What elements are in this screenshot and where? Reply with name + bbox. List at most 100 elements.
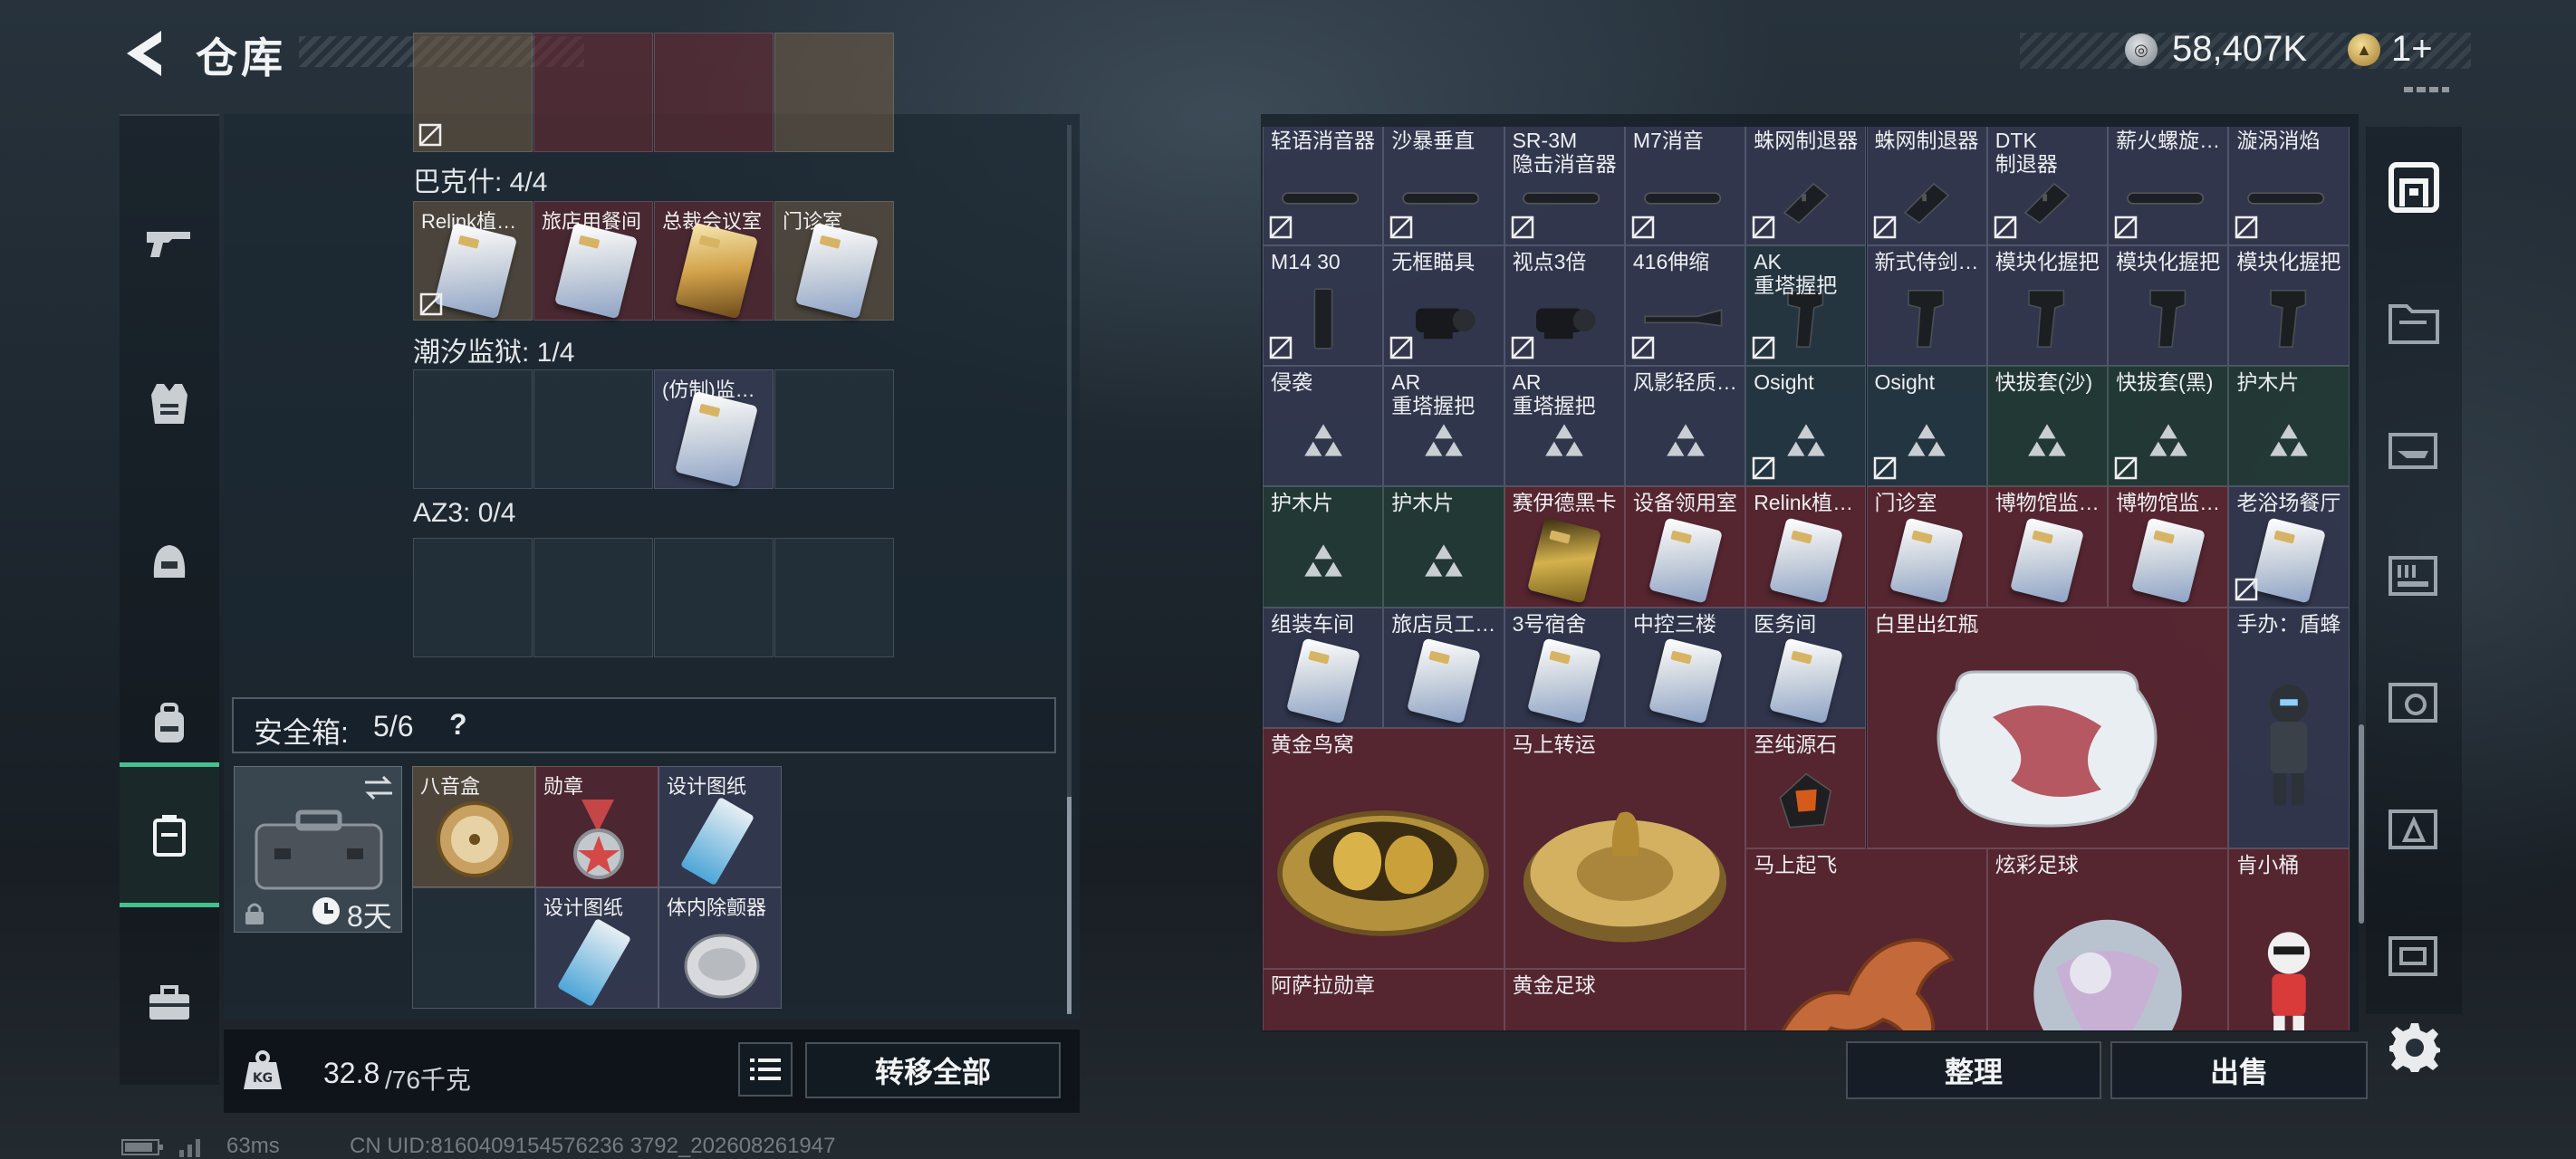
right-nav-tab[interactable] (2366, 389, 2462, 507)
storage-item[interactable]: 黄金足球 (1504, 969, 1746, 1030)
storage-item[interactable]: 炫彩足球 (1986, 848, 2229, 1030)
storage-item[interactable]: 侵袭 (1263, 365, 1384, 487)
storage-item[interactable]: 博物馆监… (1986, 486, 2109, 608)
nav-safe-box[interactable] (120, 762, 219, 907)
storage-item[interactable]: 旅店员工… (1383, 607, 1504, 728)
right-nav-tab[interactable] (2366, 770, 2462, 887)
stash-item[interactable]: 总裁会议室 (654, 201, 774, 321)
stash-item[interactable]: Relink植… (413, 201, 533, 321)
storage-item[interactable]: 白里出红瓶 (1866, 607, 2229, 849)
storage-item-label: 旅店员工… (1391, 611, 1496, 636)
storage-item[interactable]: 设备领用室 (1624, 486, 1746, 608)
storage-item-label: Osight (1754, 369, 1814, 394)
storage-item[interactable]: AR 重塔握把 (1383, 365, 1504, 487)
nav-helmet[interactable] (120, 491, 219, 636)
empty-slot[interactable] (533, 369, 653, 489)
empty-slot[interactable] (533, 538, 653, 657)
storage-item-label: 黄金鸟窝 (1271, 732, 1354, 756)
right-nav-tab[interactable] (2366, 896, 2462, 1014)
storage-item[interactable]: 快拔套(黑) (2108, 365, 2229, 487)
storage-item[interactable]: 薪火螺旋… (2108, 127, 2229, 245)
safe-item[interactable]: 体内除颤器 (658, 887, 782, 1009)
storage-item[interactable]: 肯小桶 (2228, 848, 2350, 1030)
storage-item[interactable]: 416伸缩 (1624, 244, 1746, 366)
sell-button[interactable]: 出售 (2110, 1041, 2368, 1099)
nav-toolkit[interactable] (120, 931, 219, 1076)
storage-item[interactable]: DTK 制退器 (1986, 127, 2109, 245)
storage-item-label: M7消音 (1632, 129, 1704, 153)
stash-item[interactable]: (仿制)监… (654, 369, 774, 489)
stash-item[interactable]: 门诊室 (774, 201, 894, 321)
stash-scrollbar[interactable] (1067, 797, 1072, 1014)
storage-item[interactable]: 视点3倍 (1504, 244, 1625, 366)
storage-item-label: 模块化握把 (2236, 249, 2341, 273)
storage-item[interactable]: 模块化握把 (1986, 244, 2109, 366)
storage-item[interactable]: 沙暴垂直 (1383, 127, 1504, 245)
storage-item[interactable]: 模块化握把 (2228, 244, 2350, 366)
empty-slot[interactable] (654, 538, 774, 657)
storage-item[interactable]: 护木片 (1383, 486, 1504, 608)
stash-item[interactable]: 旅店用餐间 (533, 201, 653, 321)
storage-item[interactable]: 手办：盾蜂 (2228, 607, 2350, 849)
storage-item[interactable]: 风影轻质… (1624, 365, 1746, 487)
storage-item[interactable]: Relink植… (1745, 486, 1867, 608)
storage-item[interactable]: 黄金鸟窝 (1263, 727, 1504, 970)
storage-item[interactable]: 中控三楼 (1624, 607, 1746, 728)
storage-item[interactable]: 快拔套(沙) (1986, 365, 2109, 487)
storage-item[interactable]: 马上转运 (1504, 727, 1746, 970)
storage-item[interactable]: 组装车间 (1263, 607, 1384, 728)
storage-item[interactable]: 老浴场餐厅 (2228, 486, 2350, 608)
storage-item[interactable]: 至纯源石 (1745, 727, 1867, 849)
nav-armor[interactable] (120, 331, 219, 476)
storage-item[interactable]: SR-3M 隐击消音器 (1504, 127, 1625, 245)
storage-item[interactable]: 护木片 (1263, 486, 1384, 608)
storage-item[interactable]: 模块化握把 (2108, 244, 2229, 366)
safe-item[interactable]: 勋章 (535, 766, 658, 887)
empty-slot[interactable] (774, 538, 894, 657)
list-view-button[interactable] (738, 1042, 793, 1097)
storage-item[interactable]: Osight (1745, 365, 1867, 487)
right-nav-storage[interactable] (2366, 129, 2462, 246)
empty-slot[interactable] (413, 369, 533, 489)
right-nav-tab[interactable] (2366, 516, 2462, 634)
storage-item[interactable]: 漩涡消焰 (2228, 127, 2350, 245)
storage-item[interactable]: 无框瞄具 (1383, 244, 1504, 366)
storage-item[interactable]: 蛛网制退器 (1866, 127, 1987, 245)
storage-item[interactable]: M7消音 (1624, 127, 1746, 245)
safe-item[interactable]: 设计图纸 (535, 887, 658, 1009)
storage-item[interactable]: 博物馆监… (2108, 486, 2229, 608)
empty-slot[interactable] (774, 369, 894, 489)
safe-item[interactable]: 八音盒 (412, 766, 535, 887)
storage-item[interactable]: 3号宿舍 (1504, 607, 1625, 728)
storage-scrollbar[interactable] (2359, 724, 2364, 924)
safe-item[interactable]: 设计图纸 (658, 766, 782, 887)
storage-item[interactable]: 赛伊德黑卡 (1504, 486, 1625, 608)
storage-item[interactable]: 蛛网制退器 (1745, 127, 1867, 245)
storage-item[interactable]: 马上起飞 (1745, 848, 1987, 1030)
right-nav-tab[interactable] (2366, 263, 2462, 380)
storage-item[interactable]: 轻语消音器 (1263, 127, 1384, 245)
sort-button[interactable]: 整理 (1846, 1041, 2101, 1099)
settings-gear-icon[interactable] (2389, 1021, 2440, 1072)
storage-item[interactable]: Osight (1866, 365, 1987, 487)
storage-item[interactable]: AR 重塔握把 (1504, 365, 1625, 487)
empty-slot[interactable] (413, 538, 533, 657)
back-arrow-icon[interactable] (118, 25, 172, 81)
storage-item[interactable]: AK 重塔握把 (1745, 244, 1867, 366)
right-nav-tab[interactable] (2366, 643, 2462, 761)
storage-item[interactable]: 阿萨拉勋章 (1263, 969, 1504, 1030)
gold-currency-value[interactable]: 1+ (2391, 29, 2433, 70)
empty-slot[interactable] (412, 887, 535, 1009)
swap-icon[interactable] (363, 774, 394, 801)
safe-box-container[interactable]: 8天 (234, 766, 402, 933)
nav-weapons[interactable] (120, 170, 219, 315)
storage-item[interactable]: 新式侍剑… (1866, 244, 1987, 366)
storage-item[interactable]: M14 30 (1263, 244, 1384, 366)
transfer-all-button[interactable]: 转移全部 (805, 1042, 1061, 1098)
storage-item[interactable]: 医务间 (1745, 607, 1867, 728)
no-transfer-icon (1269, 336, 1293, 359)
storage-item[interactable]: 护木片 (2228, 365, 2350, 487)
help-icon[interactable]: ? (449, 708, 467, 742)
storage-item[interactable]: 门诊室 (1866, 486, 1987, 608)
ping-text: 63ms (226, 1134, 280, 1158)
